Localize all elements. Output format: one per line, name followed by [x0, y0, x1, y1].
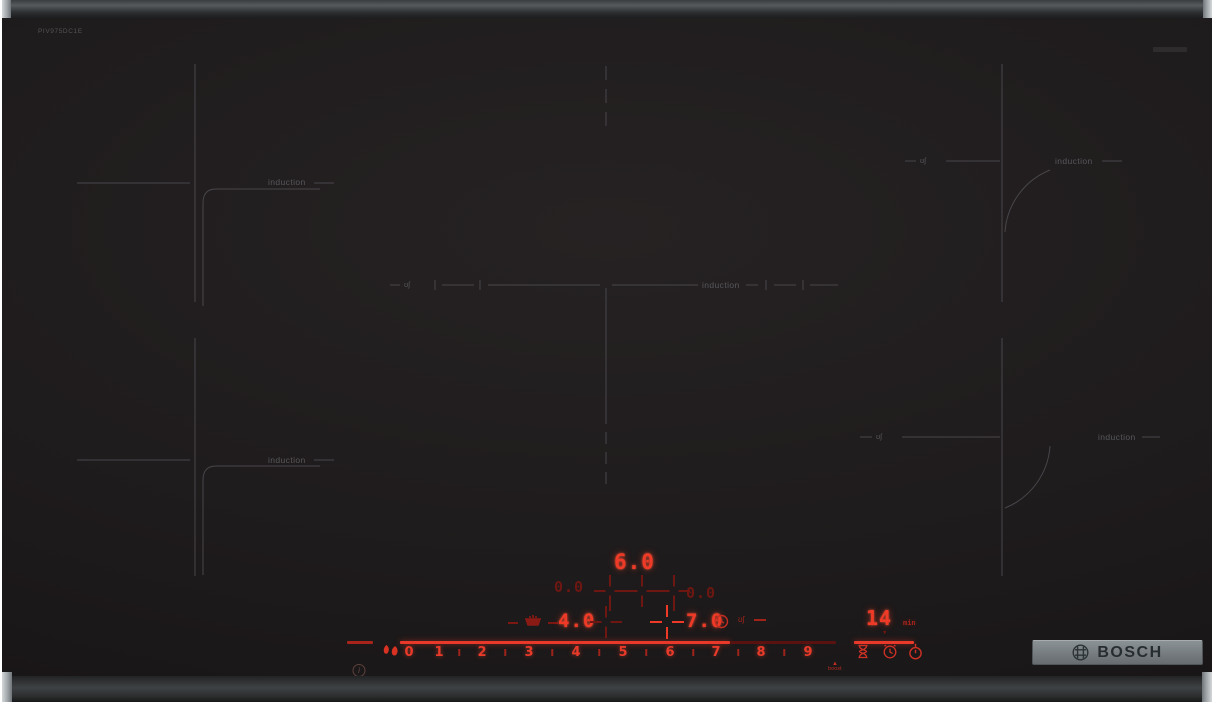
slider-tick[interactable]	[458, 649, 460, 656]
flex-right-power-display: 0.0	[686, 584, 717, 602]
slider-tick[interactable]	[504, 649, 506, 656]
frying-sensor-line	[508, 622, 518, 624]
power-level-key[interactable]: 5	[618, 645, 627, 660]
brand-label: BOSCH	[1097, 643, 1163, 661]
zone-cross-mark[interactable]	[590, 606, 622, 638]
timer-clock-icon[interactable]	[882, 644, 898, 659]
top-trim	[2, 0, 1212, 18]
slider-tick[interactable]	[551, 649, 553, 656]
trim-cap	[1202, 672, 1212, 702]
power-level-key[interactable]: 1	[434, 645, 443, 660]
track-segment	[347, 641, 373, 644]
power-level-key[interactable]: 8	[756, 645, 765, 660]
frying-sensor-icon[interactable]	[522, 613, 544, 627]
slider-tick[interactable]	[598, 649, 600, 656]
kitchen-timer-hourglass-icon[interactable]	[857, 644, 869, 659]
bosch-emblem-icon	[1072, 644, 1089, 661]
slider-tick[interactable]	[783, 649, 785, 656]
slider-tick[interactable]	[692, 649, 694, 656]
pan-pair-icon[interactable]	[383, 644, 404, 658]
trim-cap	[1203, 0, 1212, 18]
induction-cooktop: PIV975DC1E induction induction induction…	[0, 0, 1214, 708]
bottom-trim	[2, 676, 1212, 702]
flex-left-power-display: 0.0	[554, 578, 585, 596]
frying-sensor-line	[548, 622, 558, 624]
power-level-key[interactable]: 6	[665, 645, 674, 660]
timer-unit-label: min	[903, 619, 916, 627]
power-level-key[interactable]: 3	[524, 645, 533, 660]
zone-label: induction	[1055, 156, 1093, 166]
zone-label: induction	[268, 455, 306, 465]
power-level-key[interactable]: 2	[477, 645, 486, 660]
slider-tick[interactable]	[645, 649, 647, 656]
flex-zone-mark-icon: ʊʃ	[404, 280, 410, 289]
timer-value-display: 14	[866, 606, 893, 630]
zone-label: induction	[1098, 432, 1136, 442]
slider-tick[interactable]	[737, 649, 739, 656]
brand-badge: BOSCH	[1032, 640, 1203, 665]
power-slider-track-active[interactable]	[400, 641, 730, 644]
power-level-key[interactable]: 0	[404, 645, 413, 660]
zone-timer-clock-icon	[714, 614, 729, 629]
zone-cross-mark[interactable]	[626, 575, 658, 607]
power-level-key[interactable]: 9	[803, 645, 812, 660]
trim-cap	[2, 672, 12, 702]
power-slider-track-inactive[interactable]	[730, 641, 836, 644]
boost-key[interactable]: ▲ boost	[823, 661, 847, 672]
flex-zone-mark-icon: ʊʃ	[920, 156, 926, 165]
flex-zone-mark-icon: ʊʃ	[738, 615, 745, 624]
flex-zone-mark-icon: ʊʃ	[876, 432, 882, 441]
power-level-key[interactable]: 4	[571, 645, 580, 660]
power-level-key[interactable]: 7	[711, 645, 720, 660]
zone-label: induction	[702, 280, 740, 290]
power-on-off-icon[interactable]	[908, 643, 923, 660]
glass-surface: PIV975DC1E induction induction induction…	[2, 18, 1212, 678]
zone-label: induction	[268, 177, 306, 187]
flex-mark-line	[754, 619, 766, 621]
trim-cap	[2, 0, 11, 18]
timer-caret-icon: ▾	[882, 628, 889, 638]
center-zone-power-display: 6.0	[614, 550, 655, 574]
selected-zone-cross-mark[interactable]	[650, 605, 684, 639]
boost-label: boost	[828, 666, 842, 672]
cooktop-body: PIV975DC1E induction induction induction…	[2, 0, 1212, 702]
